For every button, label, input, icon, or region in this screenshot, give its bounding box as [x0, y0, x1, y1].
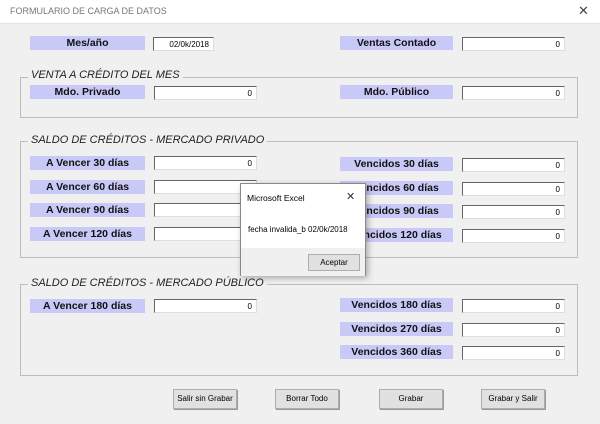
privado-title: SALDO DE CRÉDITOS - MERCADO PRIVADO	[28, 134, 268, 146]
privado-right-input[interactable]: 0	[462, 158, 565, 172]
window-title: FORMULARIO DE CARGA DE DATOS	[10, 6, 167, 16]
privado-right-input[interactable]: 0	[462, 229, 565, 244]
privado-left-label: A Vencer 60 días	[30, 179, 145, 194]
ventas-contado-label: Ventas Contado	[340, 36, 453, 50]
privado-right-input[interactable]: 0	[462, 181, 565, 196]
grabar-y-salir-button[interactable]: Grabar y Salir	[481, 389, 545, 409]
privado-left-input[interactable]: 0	[154, 156, 257, 170]
privado-left-label: A Vencer 30 días	[30, 156, 145, 170]
publico-right-input[interactable]: 0	[462, 322, 565, 337]
ventas-contado-input[interactable]: 0	[462, 37, 565, 51]
privado-right-label: Vencidos 30 días	[340, 157, 453, 171]
dialog-message: fecha invalida_b 02/0k/2018	[248, 225, 348, 234]
mdo-publico-label: Mdo. Público	[340, 85, 453, 99]
publico-right-label: Vencidos 270 días	[340, 321, 453, 336]
dialog-close-icon[interactable]: ✕	[346, 190, 355, 203]
dialog-title: Microsoft Excel	[247, 193, 305, 203]
borrar-todo-button[interactable]: Borrar Todo	[275, 389, 339, 409]
publico-right-label: Vencidos 180 días	[340, 298, 453, 312]
mes-label: Mes/año	[30, 36, 145, 50]
publico-title: SALDO DE CRÉDITOS - MERCADO PÚBLICO	[28, 277, 267, 289]
publico-left-input[interactable]: 0	[154, 299, 257, 313]
salir-sin-grabar-button[interactable]: Salir sin Grabar	[173, 389, 237, 409]
mdo-privado-label: Mdo. Privado	[30, 85, 145, 99]
mdo-privado-input[interactable]: 0	[154, 86, 257, 100]
privado-left-label: A Vencer 120 días	[30, 227, 145, 242]
publico-right-label: Vencidos 360 días	[340, 345, 453, 359]
publico-right-input[interactable]: 0	[462, 346, 565, 360]
message-dialog: Microsoft Excel ✕ fecha invalida_b 02/0k…	[240, 183, 366, 276]
publico-left-label: A Vencer 180 días	[30, 299, 145, 313]
mdo-publico-input[interactable]: 0	[462, 86, 565, 100]
aceptar-button[interactable]: Aceptar	[308, 254, 360, 271]
grabar-button[interactable]: Grabar	[379, 389, 443, 409]
close-icon[interactable]: ✕	[578, 3, 589, 19]
venta-credito-title: VENTA A CRÉDITO DEL MES	[28, 69, 183, 81]
publico-right-input[interactable]: 0	[462, 299, 565, 313]
privado-left-label: A Vencer 90 días	[30, 203, 145, 218]
mes-input[interactable]: 02/0k/2018	[153, 37, 214, 51]
privado-right-input[interactable]: 0	[462, 205, 565, 220]
